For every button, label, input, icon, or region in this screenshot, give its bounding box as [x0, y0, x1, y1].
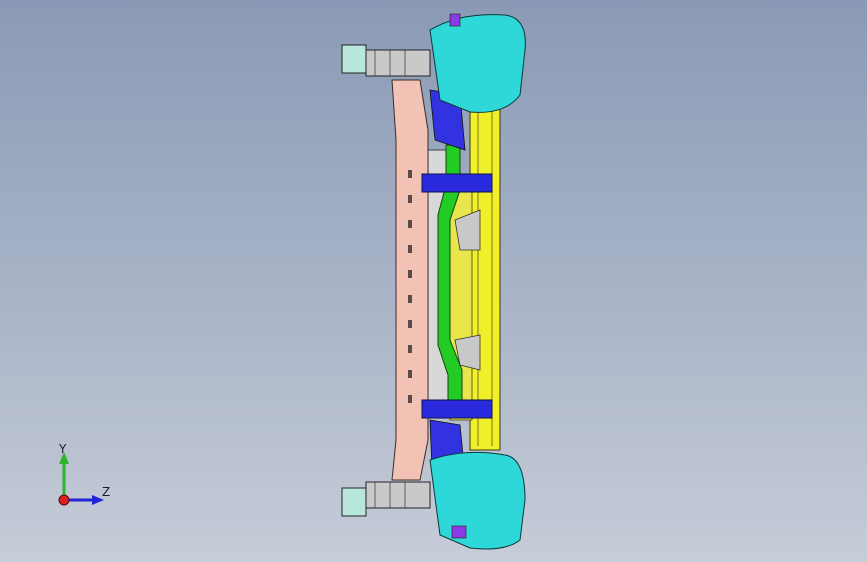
mount-bracket-bottom [341, 481, 431, 517]
cad-viewport[interactable]: Y Z [0, 0, 867, 562]
x-axis-origin [58, 494, 70, 506]
accent-purple-top [449, 13, 461, 27]
axis-y-label: Y [59, 442, 67, 456]
model-view[interactable] [0, 0, 867, 562]
triad-axes [58, 452, 104, 506]
crash-box-lower [429, 451, 526, 550]
axis-z-label: Z [102, 485, 111, 499]
bumper-beam [391, 79, 429, 481]
accent-purple-bottom [451, 525, 467, 539]
support-frame [469, 99, 501, 451]
coordinate-triad: Y Z [44, 440, 124, 510]
crash-box-upper [429, 14, 526, 113]
clamp-lower [421, 399, 493, 419]
clamp-upper [421, 173, 493, 193]
mount-bracket-top [341, 44, 431, 77]
